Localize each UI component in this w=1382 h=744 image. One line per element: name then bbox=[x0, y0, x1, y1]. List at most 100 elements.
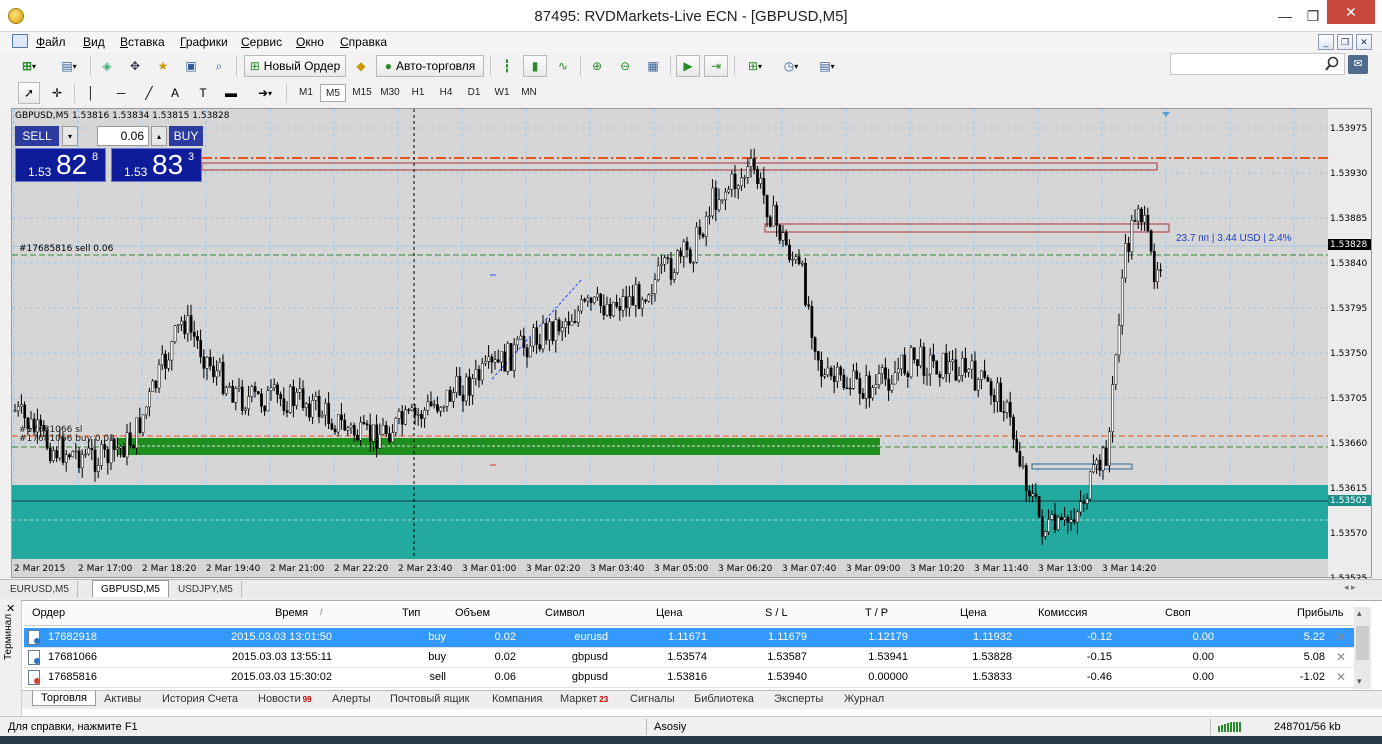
lot-input[interactable]: 0.06 bbox=[97, 126, 149, 146]
buy-button[interactable]: BUY bbox=[169, 126, 203, 146]
col-order[interactable]: Ордер bbox=[32, 607, 65, 619]
timeframe-mn[interactable]: MN bbox=[516, 84, 542, 102]
terminal-tab-9[interactable]: Библиотека bbox=[694, 693, 754, 705]
order-row[interactable]: 17685816 2015.03.03 15:30:02 sell 0.06 gbpus… bbox=[24, 668, 1354, 688]
terminal-tab-11[interactable]: Журнал bbox=[844, 693, 884, 705]
profiles-icon[interactable]: ▤ ▾ bbox=[52, 55, 86, 77]
chart-window-icon[interactable] bbox=[12, 34, 28, 48]
price-chart[interactable] bbox=[12, 109, 1371, 577]
terminal-tab-8[interactable]: Сигналы bbox=[630, 693, 675, 705]
col-profit[interactable]: Прибыль bbox=[1297, 607, 1344, 619]
col-commission[interactable]: Комиссия bbox=[1038, 607, 1087, 619]
order-row[interactable]: 17681066 2015.03.03 13:55:11 buy 0.02 gbpusd… bbox=[24, 648, 1354, 668]
indicators-icon[interactable]: ⊞ ▾ bbox=[740, 55, 770, 77]
timeframe-h1[interactable]: H1 bbox=[405, 84, 431, 102]
terminal-tab-2[interactable]: История Счета bbox=[162, 693, 238, 705]
menu-charts[interactable]: Графики bbox=[180, 34, 228, 50]
crosshair-icon[interactable]: ✛ bbox=[46, 82, 68, 104]
mdi-minimize-icon[interactable]: _ bbox=[1318, 34, 1334, 50]
close-order-icon[interactable]: ✕ bbox=[1336, 630, 1346, 644]
col-symbol[interactable]: Символ bbox=[545, 607, 585, 619]
text-label-icon[interactable]: T bbox=[192, 82, 214, 104]
tabs-scroll-icon[interactable]: ◂ ▸ bbox=[1344, 582, 1356, 593]
rectangle-icon[interactable]: ▬ bbox=[220, 82, 242, 104]
scroll-thumb[interactable] bbox=[1356, 626, 1369, 660]
close-icon[interactable]: ✕ bbox=[1327, 0, 1375, 24]
col-volume[interactable]: Объем bbox=[455, 607, 490, 619]
col-type[interactable]: Тип bbox=[402, 607, 420, 619]
sell-button[interactable]: SELL bbox=[15, 126, 59, 146]
chart-tab-gbpusd[interactable]: GBPUSD,M5 bbox=[92, 580, 169, 597]
menu-window[interactable]: Окно bbox=[296, 34, 324, 50]
zoom-out-icon[interactable]: ⊖ bbox=[614, 55, 636, 77]
terminal-icon[interactable]: ▣ bbox=[180, 55, 202, 77]
periods-icon[interactable]: ◷ ▾ bbox=[776, 55, 806, 77]
mdi-close-icon[interactable]: ✕ bbox=[1356, 34, 1372, 50]
tile-windows-icon[interactable]: ▦ bbox=[642, 55, 664, 77]
col-time[interactable]: Время bbox=[275, 607, 308, 619]
terminal-tab-1[interactable]: Активы bbox=[104, 693, 141, 705]
chart-tab-eurusd[interactable]: EURUSD,M5 bbox=[2, 581, 78, 598]
col-sl[interactable]: S / L bbox=[765, 607, 788, 619]
close-order-icon[interactable]: ✕ bbox=[1336, 650, 1346, 664]
templates-icon[interactable]: ▤ ▾ bbox=[812, 55, 842, 77]
new-order-button[interactable]: ⊞ Новый Ордер bbox=[244, 55, 346, 77]
horizontal-line-icon[interactable]: ─ bbox=[110, 82, 132, 104]
chart-shift-icon[interactable]: ⇥ bbox=[704, 55, 728, 77]
navigator-icon[interactable]: ★ bbox=[152, 55, 174, 77]
order-row[interactable]: 17682918 2015.03.03 13:01:50 buy 0.02 eurusd… bbox=[24, 628, 1354, 648]
timeframe-m15[interactable]: M15 bbox=[349, 84, 375, 102]
lot-up-icon[interactable]: ▴ bbox=[151, 126, 167, 146]
scroll-down-icon[interactable]: ▾ bbox=[1357, 676, 1362, 687]
candlestick-chart-icon[interactable]: ▮ bbox=[523, 55, 547, 77]
col-tp[interactable]: T / P bbox=[865, 607, 888, 619]
search-input[interactable] bbox=[1170, 53, 1345, 75]
zoom-in-icon[interactable]: ⊕ bbox=[586, 55, 608, 77]
col-swap[interactable]: Своп bbox=[1165, 607, 1191, 619]
menu-insert[interactable]: Вставка bbox=[120, 34, 165, 50]
lot-down-icon[interactable]: ▾ bbox=[62, 126, 78, 146]
vertical-line-icon[interactable]: │ bbox=[80, 82, 102, 104]
timeframe-h4[interactable]: H4 bbox=[433, 84, 459, 102]
buy-price-button[interactable]: 1.53 83 3 bbox=[111, 148, 202, 182]
col-price[interactable]: Цена bbox=[656, 607, 682, 619]
timeframe-m5[interactable]: M5 bbox=[320, 84, 346, 102]
timeframe-w1[interactable]: W1 bbox=[489, 84, 515, 102]
menu-view[interactable]: Вид bbox=[83, 34, 105, 50]
sell-price-button[interactable]: 1.53 82 8 bbox=[15, 148, 106, 182]
scroll-up-icon[interactable]: ▴ bbox=[1357, 608, 1362, 619]
menu-tools[interactable]: Сервис bbox=[241, 34, 282, 50]
market-watch-icon[interactable]: ◈ bbox=[96, 55, 118, 77]
chart-tab-usdjpy[interactable]: USDJPY,M5 bbox=[170, 581, 242, 598]
messages-icon[interactable]: ✉ bbox=[1348, 55, 1368, 74]
terminal-tab-7[interactable]: Маркет 23 bbox=[560, 693, 608, 705]
terminal-tab-3[interactable]: Новости 99 bbox=[258, 693, 312, 705]
menu-file[interactable]: Файл bbox=[36, 34, 66, 50]
timeframe-m1[interactable]: M1 bbox=[293, 84, 319, 102]
close-order-icon[interactable]: ✕ bbox=[1336, 670, 1346, 684]
terminal-tab-0[interactable]: Торговля bbox=[32, 691, 96, 706]
menu-help[interactable]: Справка bbox=[340, 34, 387, 50]
trendline-icon[interactable]: ╱ bbox=[138, 82, 160, 104]
col-cur-price[interactable]: Цена bbox=[960, 607, 986, 619]
strategy-tester-icon[interactable]: ⌕ bbox=[208, 55, 230, 77]
status-profile[interactable]: Asosiy bbox=[654, 721, 686, 733]
timeframe-d1[interactable]: D1 bbox=[461, 84, 487, 102]
line-chart-icon[interactable]: ∿ bbox=[552, 55, 574, 77]
data-window-icon[interactable]: ✥ bbox=[124, 55, 146, 77]
cursor-icon[interactable]: ➚ bbox=[18, 82, 40, 104]
arrows-icon[interactable]: ➜ ▾ bbox=[250, 82, 280, 104]
autoscroll-icon[interactable]: ▶ bbox=[676, 55, 700, 77]
terminal-tab-6[interactable]: Компания bbox=[492, 693, 542, 705]
bar-chart-icon[interactable]: ┇ bbox=[496, 55, 518, 77]
terminal-tab-4[interactable]: Алерты bbox=[332, 693, 371, 705]
search-icon[interactable] bbox=[1324, 56, 1340, 72]
timeframe-m30[interactable]: M30 bbox=[377, 84, 403, 102]
mdi-restore-icon[interactable]: ❐ bbox=[1337, 34, 1353, 50]
auto-trading-button[interactable]: ● Авто-торговля bbox=[376, 55, 484, 77]
terminal-tab-10[interactable]: Эксперты bbox=[774, 693, 823, 705]
text-icon[interactable]: A bbox=[164, 82, 186, 104]
metaeditor-icon[interactable]: ◆ bbox=[350, 55, 372, 77]
new-chart-icon[interactable]: ⊞ ▾ bbox=[14, 55, 44, 77]
terminal-tab-5[interactable]: Почтовый ящик bbox=[390, 693, 469, 705]
